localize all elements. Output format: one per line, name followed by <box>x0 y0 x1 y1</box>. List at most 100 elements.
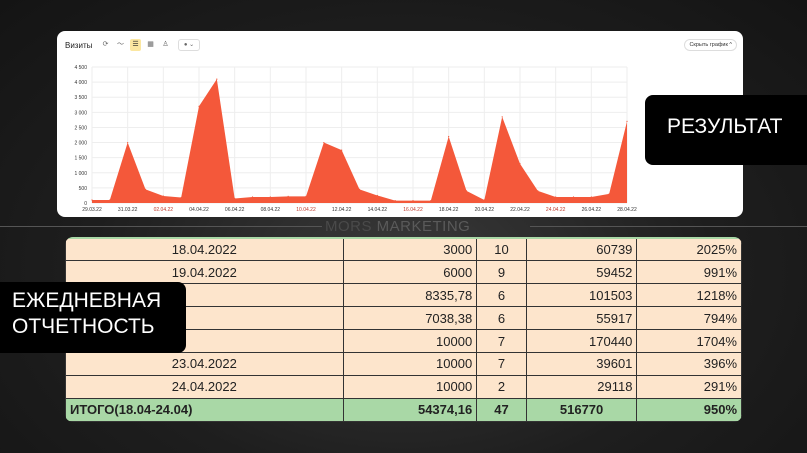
x-tick-label: 28.04.22 <box>617 207 637 213</box>
data-point <box>216 78 218 80</box>
table-cell: 3000 <box>342 237 478 262</box>
total-cell: 950% <box>636 397 742 422</box>
data-point <box>305 195 307 197</box>
y-tick-label: 4 500 <box>74 65 87 71</box>
total-cell: ИТОГО(18.04-24.04) <box>65 397 344 422</box>
table-cell: 6000 <box>342 260 478 285</box>
table-cell: 24.04.2022 <box>65 374 344 399</box>
y-tick-label: 1 500 <box>74 156 87 162</box>
y-tick-label: 4 000 <box>74 80 87 86</box>
table-cell: 23.04.2022 <box>65 351 344 376</box>
table-cell: 10000 <box>342 374 478 399</box>
table-cell: 2025% <box>636 237 742 262</box>
table-cell: 59452 <box>525 260 638 285</box>
x-tick-label: 08.04.22 <box>261 207 281 213</box>
table-cell: 39601 <box>525 351 638 376</box>
visits-chart-card: Визиты ⟳ 〜 ☰ ▦ ♙ ● ⌄ Скрыть график ^ 0 50… <box>57 31 743 217</box>
data-point <box>376 194 378 197</box>
table-cell: 9 <box>476 260 527 285</box>
data-point <box>144 188 147 190</box>
table-cell: 1704% <box>636 329 742 353</box>
table-cell: 29118 <box>525 374 638 399</box>
table-cell: 291% <box>636 374 742 399</box>
table-cell: 170440 <box>525 329 638 353</box>
x-tick-label: 18.04.22 <box>439 207 459 213</box>
table-cell: 396% <box>636 351 742 376</box>
table-cell: 7038,38 <box>342 306 478 331</box>
total-cell: 516770 <box>525 397 638 422</box>
x-tick-label: 29.03.22 <box>82 207 102 213</box>
y-tick-label: 2 500 <box>74 125 87 131</box>
table-cell: 7 <box>476 329 527 353</box>
divider-line <box>0 226 322 227</box>
table-cell: 6 <box>476 306 527 331</box>
data-point <box>269 196 271 198</box>
x-tick-label: 12.04.22 <box>332 207 352 213</box>
data-point <box>358 188 361 190</box>
data-point <box>590 196 592 198</box>
x-tick-label: 04.04.22 <box>189 207 209 213</box>
table-cell: 101503 <box>525 283 638 308</box>
table-cell: 18.04.2022 <box>65 237 344 262</box>
data-point <box>91 199 93 201</box>
daily-report-label: ЕЖЕДНЕВНАЯ ОТЧЕТНОСТЬ <box>0 282 186 353</box>
table-cell: 19.04.2022 <box>65 260 344 285</box>
table-cell: 60739 <box>525 237 638 262</box>
x-tick-label: 16.04.22 <box>403 207 423 213</box>
data-point <box>626 120 628 122</box>
x-tick-label: 24.04.22 <box>546 207 566 213</box>
result-label: РЕЗУЛЬТАТ <box>645 95 807 165</box>
table-cell: 10000 <box>342 351 478 376</box>
table-cell: 1218% <box>636 283 742 308</box>
data-point <box>501 116 503 118</box>
data-point <box>251 196 254 198</box>
table-cell: 794% <box>636 306 742 331</box>
table-cell: 991% <box>636 260 742 285</box>
x-tick-label: 31.03.22 <box>118 207 138 213</box>
data-point <box>394 199 396 202</box>
table-cell: 2 <box>476 374 527 399</box>
x-tick-label: 20.04.22 <box>475 207 495 213</box>
data-point <box>287 195 289 197</box>
data-point <box>109 199 111 201</box>
x-tick-label: 26.04.22 <box>582 207 602 213</box>
y-tick-label: 2 000 <box>74 141 87 147</box>
data-point <box>448 135 450 138</box>
data-point <box>519 163 521 165</box>
data-point <box>572 196 575 198</box>
data-point <box>180 196 182 199</box>
data-point <box>465 190 468 192</box>
data-point <box>323 141 325 144</box>
data-point <box>234 197 236 200</box>
x-tick-label: 22.04.22 <box>510 207 530 213</box>
divider-line <box>530 226 807 227</box>
data-point <box>537 190 539 192</box>
table-cell: 8335,78 <box>342 283 478 308</box>
data-point <box>608 193 610 195</box>
table-cell: 10 <box>476 237 527 262</box>
total-cell: 47 <box>476 397 527 422</box>
table-row: 24.04.2022 10000 2 29118 291% <box>65 374 742 399</box>
data-point <box>430 199 432 202</box>
x-tick-label: 14.04.22 <box>368 207 388 213</box>
table-row: 18.04.2022 3000 10 60739 2025% <box>65 237 742 262</box>
table-cell: 7 <box>476 351 527 376</box>
table-row: 19.04.2022 6000 9 59452 991% <box>65 260 742 285</box>
table-cell: 10000 <box>342 329 478 353</box>
total-cell: 54374,16 <box>342 397 478 422</box>
total-row: ИТОГО(18.04-24.04) 54374,16 47 516770 950% <box>65 397 742 422</box>
y-tick-label: 500 <box>79 186 88 192</box>
data-point <box>555 196 557 198</box>
visits-area-chart: 05001 0001 5002 0002 5003 0003 5004 0004… <box>74 65 637 213</box>
table-row: 23.04.2022 10000 7 39601 396% <box>65 351 742 376</box>
y-tick-label: 3 500 <box>74 95 87 101</box>
y-tick-label: 1 000 <box>74 171 87 177</box>
data-point <box>412 199 414 202</box>
data-point <box>341 149 343 151</box>
x-tick-label: 02.04.22 <box>154 207 174 213</box>
y-tick-label: 3 000 <box>74 110 87 116</box>
data-point <box>483 199 485 201</box>
data-point <box>127 141 129 144</box>
data-point <box>198 105 200 107</box>
data-point <box>162 195 164 197</box>
